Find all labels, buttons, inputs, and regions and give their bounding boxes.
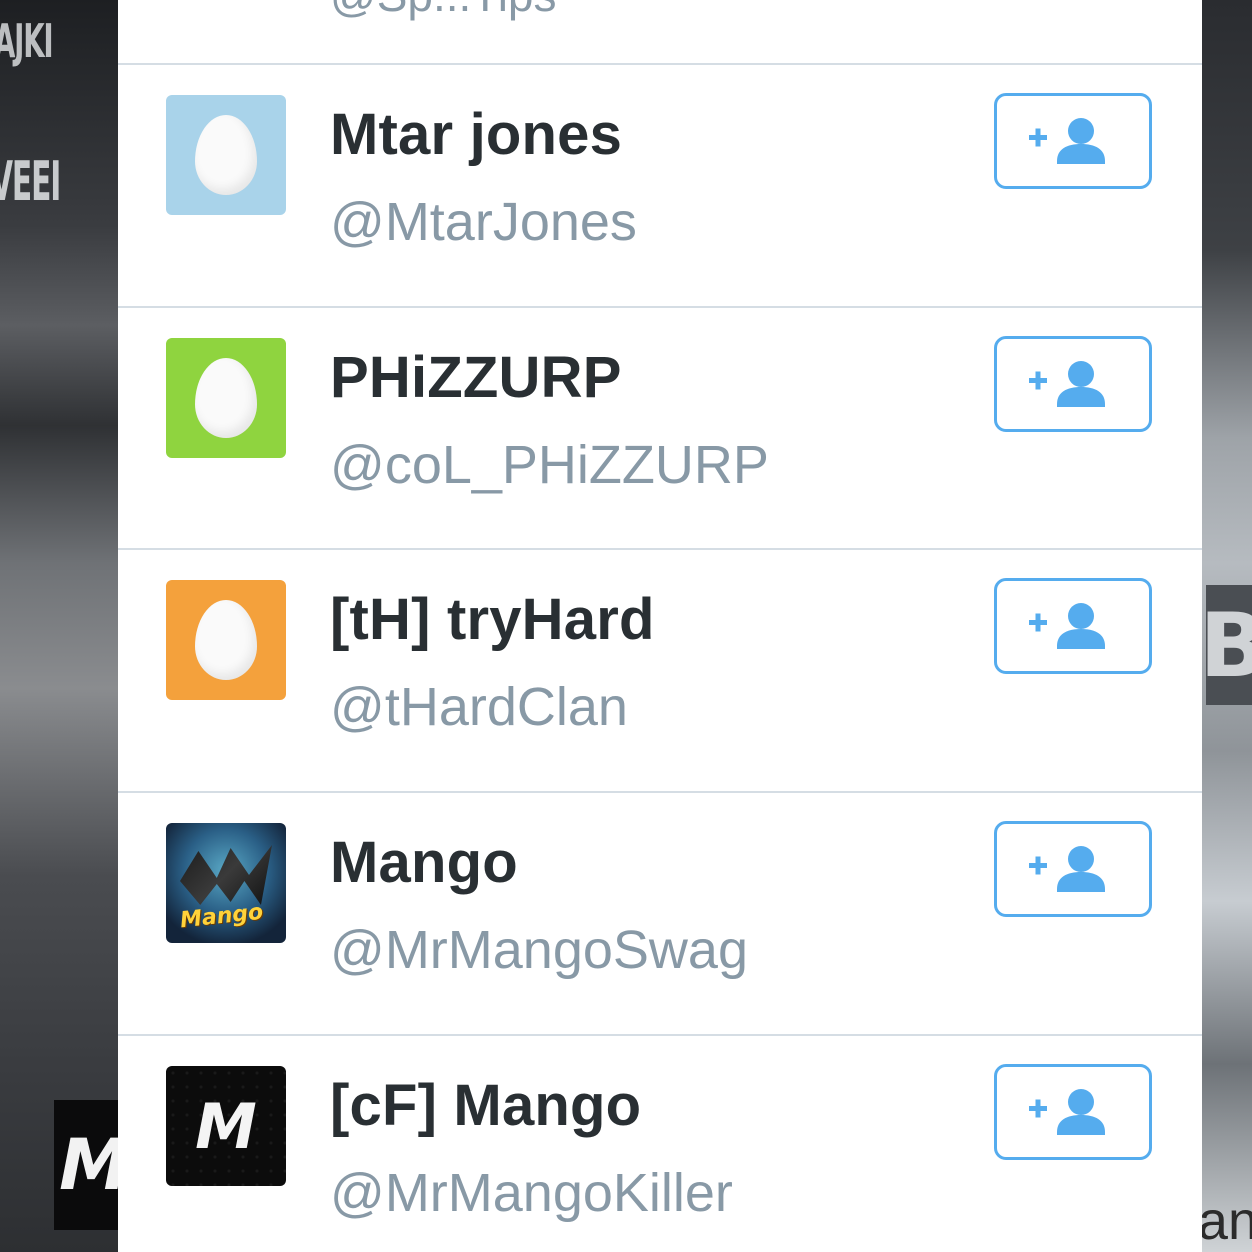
follow-user-plus-icon xyxy=(1029,603,1105,649)
user-row-mrmangokiller[interactable]: M [cF] Mango @MrMangoKiller xyxy=(118,1036,1202,1252)
avatar[interactable] xyxy=(166,338,286,458)
user-display-name[interactable]: Mtar jones xyxy=(330,101,622,168)
background-text-mid: VEEI xyxy=(0,150,61,213)
user-display-name[interactable]: Mango xyxy=(330,829,518,896)
background-text-top: AJKI xyxy=(0,14,54,68)
follow-user-plus-icon xyxy=(1029,1089,1105,1135)
cf-logo-image: M xyxy=(166,1066,286,1186)
user-display-name[interactable]: PHiZZURP xyxy=(330,344,622,411)
default-egg-icon xyxy=(195,358,257,438)
user-handle[interactable]: @MtarJones xyxy=(330,191,637,253)
cf-logo-letter: M xyxy=(195,1089,257,1163)
avatar[interactable]: M xyxy=(166,1066,286,1186)
background-text-bottom-right: an xyxy=(1197,1191,1252,1251)
background-right-block: B xyxy=(1199,585,1252,705)
follow-button[interactable] xyxy=(994,336,1152,432)
avatar[interactable] xyxy=(166,580,286,700)
avatar[interactable]: Mango xyxy=(166,823,286,943)
who-to-follow-list: @Sp...Tips Mtar jones @MtarJones PHiZZUR… xyxy=(118,0,1202,1252)
user-handle[interactable]: @MrMangoKiller xyxy=(330,1162,733,1224)
user-handle[interactable]: @coL_PHiZZURP xyxy=(330,434,769,496)
default-egg-icon xyxy=(195,600,257,680)
user-handle[interactable]: @MrMangoSwag xyxy=(330,919,748,981)
mango-m-shape xyxy=(180,845,272,905)
user-row-mrmangoswag[interactable]: Mango Mango @MrMangoSwag xyxy=(118,793,1202,1035)
mango-logo-label: Mango xyxy=(178,899,265,934)
user-row-phizzurp[interactable]: PHiZZURP @coL_PHiZZURP xyxy=(118,308,1202,550)
user-display-name[interactable]: [cF] Mango xyxy=(330,1072,641,1139)
user-row-mtarjones[interactable]: Mtar jones @MtarJones xyxy=(118,65,1202,307)
follow-button[interactable] xyxy=(994,821,1152,917)
avatar[interactable] xyxy=(166,95,286,215)
partial-row-handle: @Sp...Tips xyxy=(330,0,557,22)
follow-user-plus-icon xyxy=(1029,846,1105,892)
follow-user-plus-icon xyxy=(1029,361,1105,407)
follow-button[interactable] xyxy=(994,93,1152,189)
user-handle[interactable]: @tHardClan xyxy=(330,676,628,738)
follow-button[interactable] xyxy=(994,578,1152,674)
user-row-thardclan[interactable]: [tH] tryHard @tHardClan xyxy=(118,550,1202,792)
mango-logo-image: Mango xyxy=(166,823,286,943)
follow-button[interactable] xyxy=(994,1064,1152,1160)
default-egg-icon xyxy=(195,115,257,195)
follow-user-plus-icon xyxy=(1029,118,1105,164)
user-display-name[interactable]: [tH] tryHard xyxy=(330,586,655,653)
